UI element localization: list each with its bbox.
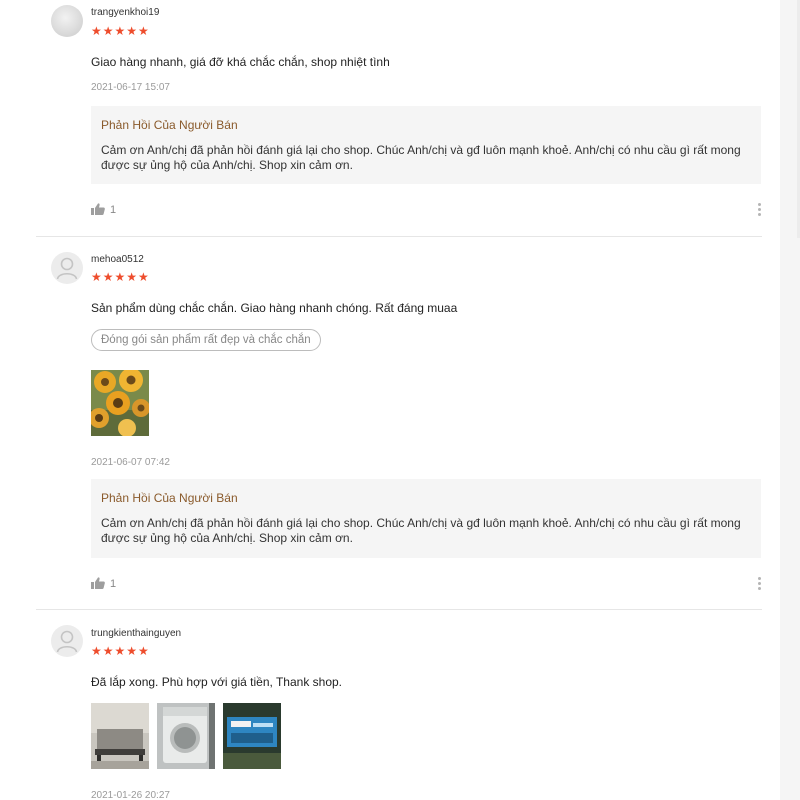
sunflower-photo: [91, 370, 149, 436]
avatar[interactable]: [51, 5, 83, 37]
review-comment: Sản phẩm dùng chắc chắn. Giao hàng nhanh…: [91, 301, 458, 315]
seller-reply-text: Cảm ơn Anh/chị đã phản hồi đánh giá lại …: [101, 516, 741, 545]
review-image-thumbnail[interactable]: [91, 703, 149, 769]
seller-reply: Phản Hồi Của Người Bán Cảm ơn Anh/chị đã…: [91, 106, 761, 184]
review-image-thumbnail[interactable]: [157, 703, 215, 769]
washing-machine-photo: [157, 703, 215, 769]
rating-stars: ★★★★★: [91, 270, 150, 284]
thumbs-up-icon: [91, 203, 105, 216]
review-datetime: 2021-01-26 20:27: [91, 790, 170, 800]
like-button[interactable]: 1: [91, 203, 116, 216]
review-datetime: 2021-06-17 15:07: [91, 82, 170, 93]
product-box-photo: [223, 703, 281, 769]
installed-stand-photo: [91, 703, 149, 769]
default-user-icon: [56, 630, 78, 653]
rating-stars: ★★★★★: [91, 644, 150, 658]
reviews-panel: trangyenkhoi19 ★★★★★ Giao hàng nhanh, gi…: [0, 0, 780, 800]
review-image-thumbnail[interactable]: [91, 370, 149, 436]
review-comment: Đã lắp xong. Phù hợp với giá tiền, Thank…: [91, 675, 343, 689]
avatar[interactable]: [51, 252, 83, 284]
seller-reply: Phản Hồi Của Người Bán Cảm ơn Anh/chị đã…: [91, 479, 761, 558]
review-comment: Giao hàng nhanh, giá đỡ khá chắc chắn, s…: [91, 55, 390, 69]
review-item: trungkienthainguyen ★★★★★ Đã lắp xong. P…: [0, 610, 780, 800]
avatar[interactable]: [51, 625, 83, 657]
review-item: trangyenkhoi19 ★★★★★ Giao hàng nhanh, gi…: [0, 0, 780, 236]
thumbs-up-icon: [91, 577, 105, 590]
default-user-icon: [56, 257, 78, 280]
seller-reply-text: Cảm ơn Anh/chị đã phản hồi đánh giá lại …: [101, 143, 741, 172]
review-image-thumbnail[interactable]: [223, 703, 281, 769]
review-item: mehoa0512 ★★★★★ Sản phẩm dùng chắc chắn.…: [0, 237, 780, 609]
seller-reply-title: Phản Hồi Của Người Bán: [101, 118, 238, 132]
review-datetime: 2021-06-07 07:42: [91, 457, 170, 468]
like-button[interactable]: 1: [91, 577, 116, 590]
review-username[interactable]: trangyenkhoi19: [91, 7, 159, 18]
review-username[interactable]: mehoa0512: [91, 254, 144, 265]
rating-stars: ★★★★★: [91, 24, 150, 38]
more-options-icon[interactable]: [757, 203, 763, 218]
review-tag: Đóng gói sản phẩm rất đẹp và chắc chắn: [91, 329, 321, 351]
seller-reply-title: Phản Hồi Của Người Bán: [101, 491, 238, 505]
like-count: 1: [110, 578, 117, 590]
review-username[interactable]: trungkienthainguyen: [91, 628, 181, 639]
more-options-icon[interactable]: [757, 577, 763, 592]
like-count: 1: [110, 204, 117, 216]
